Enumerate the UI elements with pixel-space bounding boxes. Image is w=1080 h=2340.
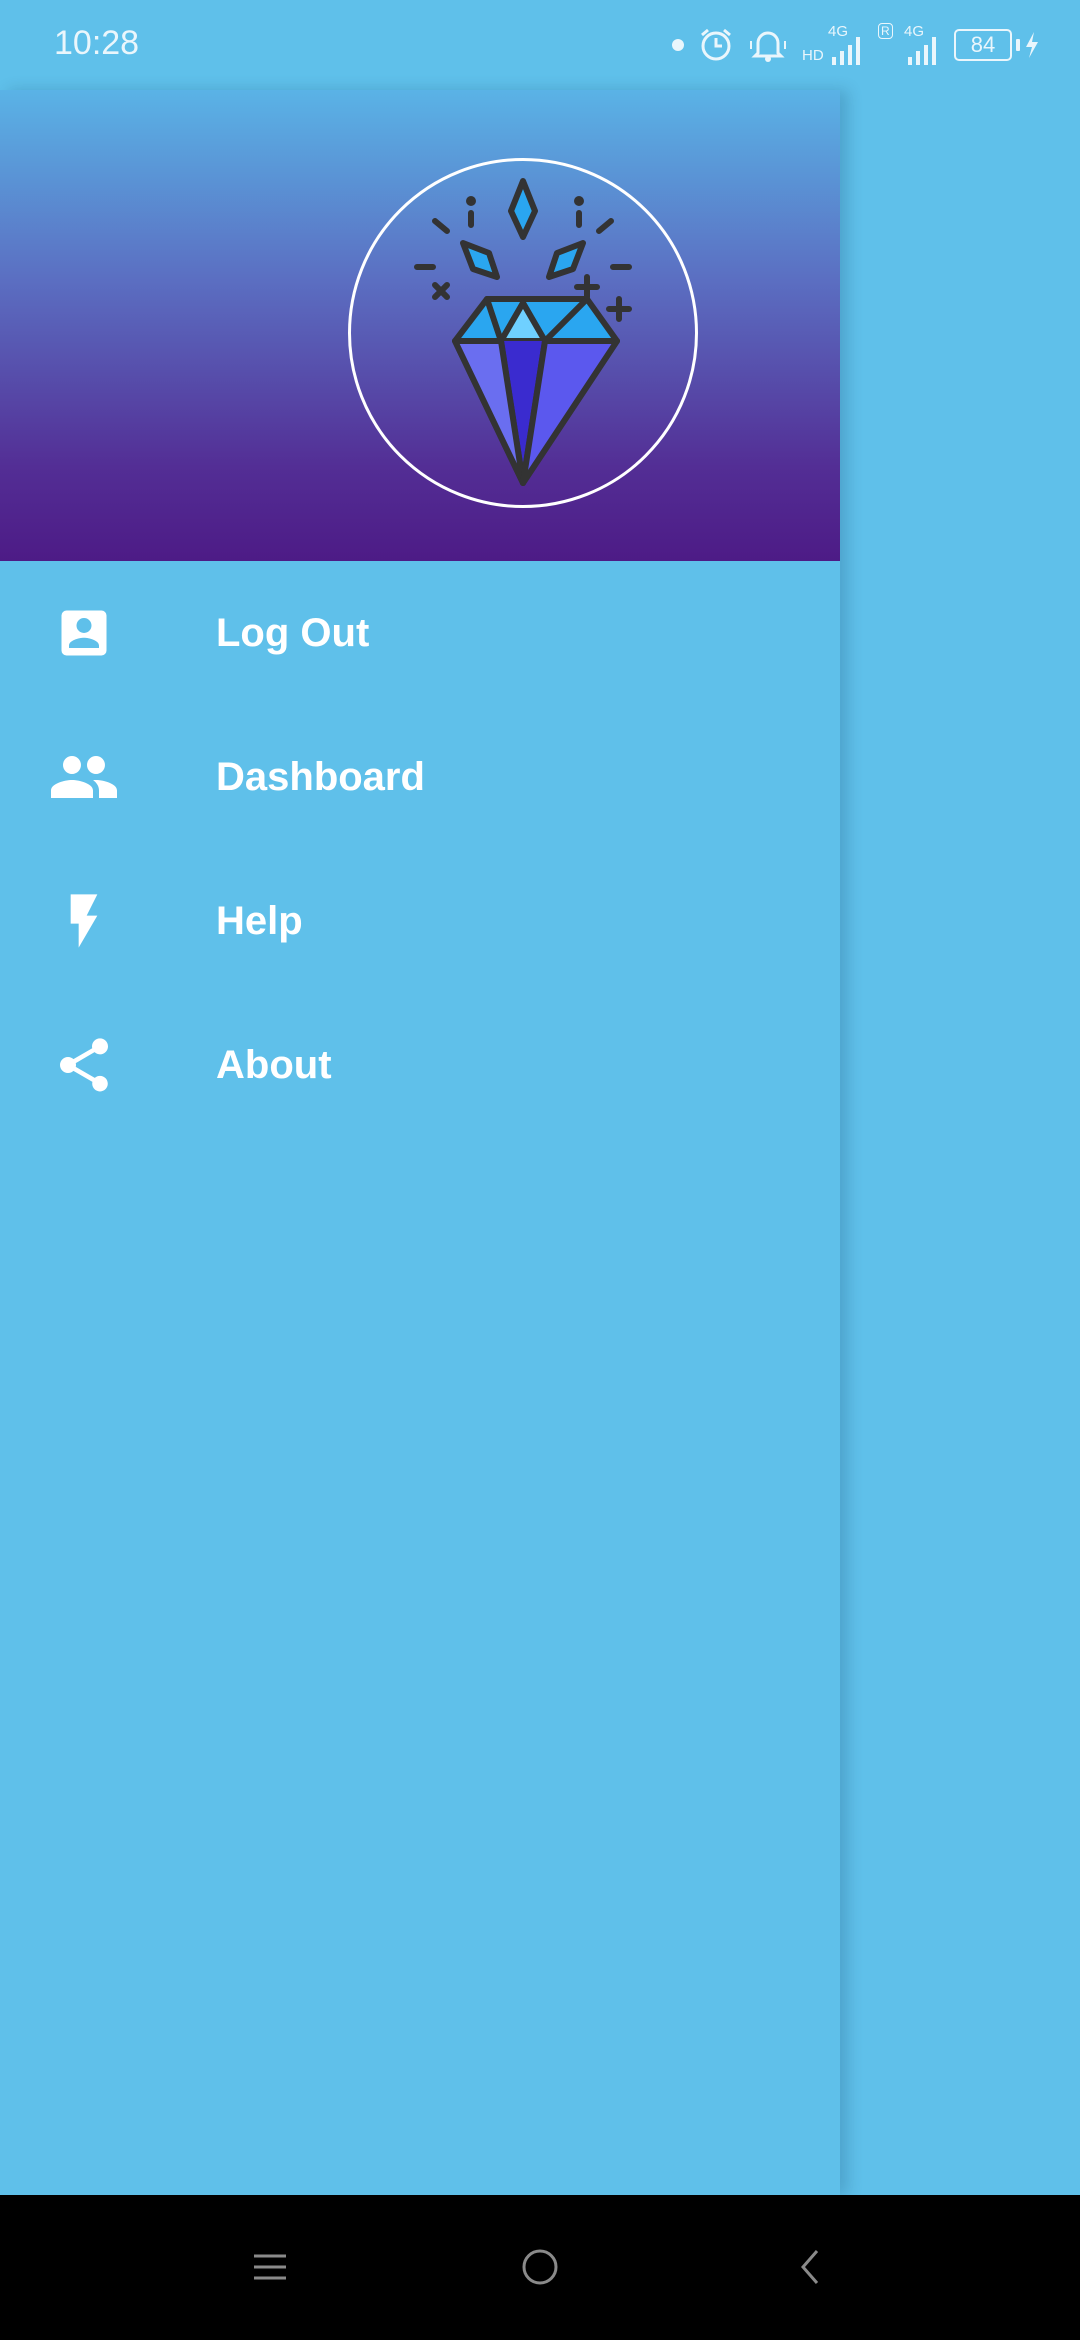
bell-vibrate-icon	[750, 31, 786, 62]
system-nav-bar	[0, 2195, 1080, 2340]
share-icon	[48, 1029, 120, 1101]
signal-bars-icon	[832, 37, 860, 65]
home-button[interactable]	[510, 2237, 570, 2297]
diamond-icon	[414, 178, 632, 486]
menu-item-about[interactable]: About	[0, 993, 840, 1137]
status-bar: 10:28 4G HD R 4G 84	[0, 0, 1080, 90]
menu-label: Help	[216, 898, 303, 943]
signal-2: R 4G	[878, 23, 940, 67]
menu-item-dashboard[interactable]: Dashboard	[0, 705, 840, 849]
drawer-header	[0, 90, 840, 561]
menu-label: About	[216, 1042, 332, 1087]
menu-label: Dashboard	[216, 754, 425, 799]
app-logo	[348, 158, 698, 508]
recents-button[interactable]	[240, 2237, 300, 2297]
notification-dot-icon	[672, 39, 684, 51]
status-time: 10:28	[54, 24, 140, 62]
alarm-icon	[701, 28, 731, 61]
status-icons: 4G HD R 4G 84	[672, 20, 1040, 70]
back-button[interactable]	[780, 2237, 840, 2297]
back-chevron-icon	[801, 2250, 819, 2284]
account-box-icon	[48, 597, 120, 669]
menu-label: Log Out	[216, 610, 370, 655]
menu-lines-icon	[254, 2254, 286, 2280]
hd-label: HD	[802, 47, 824, 64]
content-scrim[interactable]	[840, 90, 1080, 2195]
drawer-menu: Log Out Dashboard Help About	[0, 561, 840, 1137]
flash-icon	[48, 885, 120, 957]
navigation-drawer: Log Out Dashboard Help About	[0, 90, 840, 2195]
signal-bars-icon	[908, 37, 936, 65]
people-icon	[48, 741, 120, 813]
battery-indicator: 84	[954, 29, 1040, 61]
roaming-badge: R	[878, 23, 893, 39]
charging-icon	[1026, 32, 1038, 58]
home-circle-icon	[522, 2249, 558, 2285]
menu-item-log-out[interactable]: Log Out	[0, 561, 840, 705]
menu-item-help[interactable]: Help	[0, 849, 840, 993]
battery-level: 84	[954, 29, 1012, 61]
signal-1: 4G HD	[802, 23, 864, 67]
